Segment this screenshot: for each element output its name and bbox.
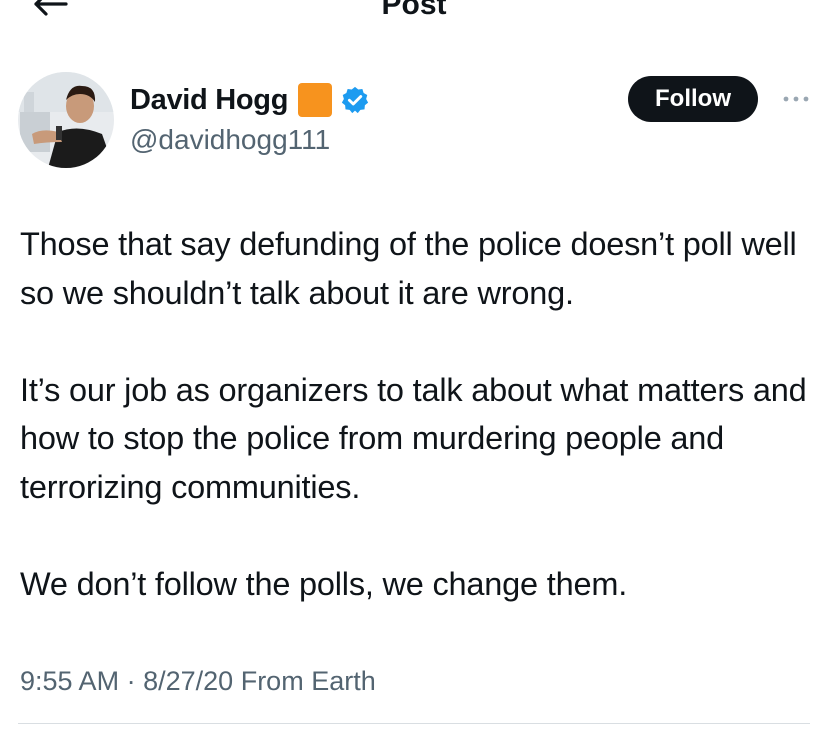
avatar-photo — [18, 72, 114, 168]
divider — [18, 723, 810, 724]
post-source: From Earth — [240, 666, 376, 696]
tweet-paragraph: Those that say defunding of the police d… — [20, 226, 797, 311]
post-time[interactable]: 9:55 AM — [20, 666, 119, 696]
tweet-paragraph: We don’t follow the polls, we change the… — [20, 566, 628, 603]
page-title: Post — [381, 0, 447, 21]
tweet-paragraph: It’s our job as organizers to talk about… — [20, 371, 807, 505]
name-row: David Hogg — [130, 78, 370, 122]
avatar[interactable] — [18, 72, 114, 168]
orange-square-icon — [298, 83, 333, 117]
top-bar: Post — [0, 0, 828, 30]
user-handle[interactable]: @davidhogg111 — [130, 122, 370, 158]
more-options-button[interactable] — [774, 82, 818, 116]
follow-button[interactable]: Follow — [628, 76, 758, 122]
display-name[interactable]: David Hogg — [130, 84, 288, 117]
more-options-icon — [783, 96, 809, 102]
author-block: David Hogg @davidhogg111 — [130, 78, 370, 158]
meta-separator: · — [126, 666, 136, 696]
tweet-text: Those that say defunding of the police d… — [20, 220, 810, 609]
post-date[interactable]: 8/27/20 — [143, 666, 233, 696]
tweet-meta: 9:55 AM · 8/27/20 From Earth — [20, 662, 376, 700]
verified-badge-icon — [342, 86, 369, 114]
